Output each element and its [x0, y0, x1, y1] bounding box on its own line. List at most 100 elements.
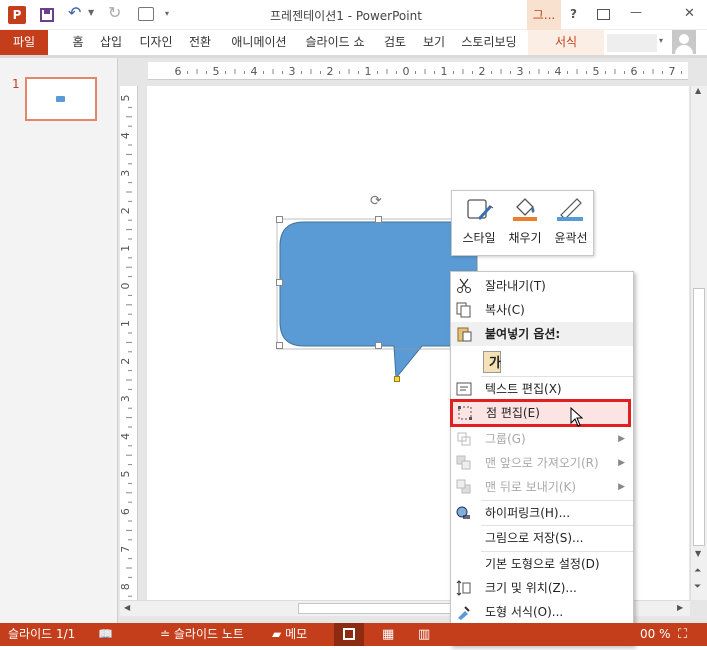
style-button[interactable]: 스타일 — [456, 191, 502, 255]
horizontal-scroll-thumb[interactable] — [298, 603, 458, 614]
zoom-level[interactable]: 00 % — [640, 623, 671, 646]
ruler-tick-label: 3 — [120, 170, 132, 177]
scissors-icon — [457, 278, 471, 293]
scroll-left-icon[interactable]: ◀ — [124, 603, 130, 612]
undo-icon[interactable]: ↶ — [68, 3, 81, 22]
outline-label: 윤곽선 — [554, 231, 588, 245]
normal-view-button[interactable] — [334, 623, 364, 646]
tab-file[interactable]: 파일 — [0, 30, 48, 55]
vertical-scrollbar[interactable]: ▲ ▼ ⏶ ⏷ — [690, 86, 707, 600]
menu-item-hyperlink[interactable]: 하이퍼링크(H)... — [451, 501, 633, 525]
tab-insert[interactable]: 삽입 — [96, 30, 126, 55]
tab-slideshow[interactable]: 슬라이드 쇼 — [302, 30, 368, 55]
slide-thumbnail[interactable] — [25, 77, 97, 121]
ruler-tick-label: 1 — [441, 65, 448, 78]
menu-item-label: 그룹(G) — [485, 432, 526, 446]
ruler-tick-label: 4 — [251, 65, 258, 78]
redo-icon[interactable]: ↻ — [108, 3, 121, 22]
ruler-tick-label: 6 — [120, 508, 132, 515]
comments-button[interactable]: ▰ 메모 — [272, 623, 307, 646]
undo-dropdown-icon[interactable]: ▼ — [88, 8, 94, 17]
scroll-up-icon[interactable]: ▲ — [695, 86, 701, 95]
slide-number: 1 — [12, 77, 20, 91]
save-icon[interactable] — [40, 8, 54, 22]
menu-item-label: 하이퍼링크(H)... — [485, 506, 571, 520]
adjust-handle[interactable] — [394, 376, 400, 382]
tab-home[interactable]: 홈 — [66, 30, 90, 55]
tab-storyboarding[interactable]: 스토리보딩 — [456, 30, 522, 55]
tab-review[interactable]: 검토 — [380, 30, 410, 55]
spellcheck-icon[interactable]: 📖 — [98, 623, 113, 646]
notes-button[interactable]: ≐ 슬라이드 노트 — [160, 623, 244, 646]
menu-item-copy[interactable]: 복사(C) — [451, 298, 633, 322]
status-bar: 슬라이드 1/1 📖 ≐ 슬라이드 노트 ▰ 메모 ▦ ▥ 00 % ⛶ — [0, 623, 707, 646]
menu-item-label: 그림으로 저장(S)... — [485, 531, 584, 545]
reading-view-icon[interactable]: ▥ — [418, 623, 430, 646]
ruler-tick-label: 3 — [517, 65, 524, 78]
start-slideshow-icon[interactable] — [138, 7, 154, 21]
account-dropdown-icon[interactable]: ▾ — [659, 36, 663, 45]
menu-item-size-and-position[interactable]: 크기 및 위치(Z)... — [451, 576, 633, 600]
menu-item-group[interactable]: 그룹(G) ▶ — [451, 427, 633, 451]
horizontal-ruler-ticks: 6 5 4 3 2 1 0 1 2 3 4 5 6 7 — [175, 65, 682, 78]
next-slide-icon[interactable]: ⏷ — [694, 582, 701, 592]
resize-handle-t[interactable] — [375, 216, 382, 223]
menu-item-edit-text[interactable]: 텍스트 편집(X) — [451, 377, 633, 401]
tab-animations[interactable]: 애니메이션 — [227, 30, 291, 55]
vertical-scroll-thumb[interactable] — [693, 288, 705, 546]
account-name-box[interactable] — [607, 34, 657, 52]
outline-button[interactable]: 윤곽선 — [548, 191, 594, 255]
ruler-tick-label: 5 — [593, 65, 600, 78]
resize-handle-b[interactable] — [375, 342, 382, 349]
ruler-tick-label: 1 — [365, 65, 372, 78]
menu-item-save-as-picture[interactable]: 그림으로 저장(S)... — [451, 526, 633, 550]
ruler-tick-label: 6 — [631, 65, 638, 78]
menu-item-set-default-shape[interactable]: 기본 도형으로 설정(D) — [451, 552, 633, 576]
fit-slide-icon[interactable]: ⛶ — [678, 623, 687, 646]
menu-item-send-to-back[interactable]: 맨 뒤로 보내기(K) ▶ — [451, 475, 633, 499]
submenu-arrow-icon: ▶ — [618, 434, 625, 444]
ribbon-display-options-icon[interactable] — [597, 9, 610, 20]
menu-item-label: 맨 앞으로 가져오기(R) — [485, 456, 599, 470]
ruler-tick-label: 8 — [120, 583, 132, 590]
submenu-arrow-icon: ▶ — [618, 482, 625, 492]
customize-toolbar-icon[interactable]: ▾ — [165, 9, 169, 18]
text-edit-icon — [456, 382, 472, 396]
menu-item-format-shape[interactable]: 도형 서식(O)... — [451, 600, 633, 624]
style-label: 스타일 — [462, 231, 496, 245]
menu-item-edit-points[interactable]: 점 편집(E) — [450, 399, 631, 427]
close-button[interactable]: ✕ — [684, 6, 695, 21]
scroll-right-icon[interactable]: ▶ — [677, 603, 683, 612]
minimize-button[interactable]: — — [630, 5, 642, 19]
tab-view[interactable]: 보기 — [419, 30, 449, 55]
ruler-tick-label: 3 — [289, 65, 296, 78]
slide-sorter-icon[interactable]: ▦ — [382, 623, 394, 646]
thumbnail-pane: 1 — [0, 58, 118, 623]
rotate-handle-icon[interactable]: ⟳ — [370, 193, 382, 209]
send-back-icon — [456, 479, 471, 494]
previous-slide-icon[interactable]: ⏶ — [694, 566, 701, 576]
resize-handle-bl[interactable] — [276, 342, 283, 349]
ruler-tick-label: 0 — [120, 283, 132, 290]
menu-item-label: 복사(C) — [485, 303, 525, 317]
tab-design[interactable]: 디자인 — [136, 30, 176, 55]
resize-handle-l[interactable] — [276, 279, 283, 286]
window-title: 프레젠테이션1 - PowerPoint — [270, 9, 422, 23]
horizontal-ruler: 6 5 4 3 2 1 0 1 2 3 4 5 6 7 — [148, 62, 688, 80]
scroll-down-icon[interactable]: ▼ — [695, 549, 701, 558]
paste-option-keep-text[interactable]: 가 — [451, 348, 633, 376]
ruler-tick-label: 5 — [120, 95, 132, 102]
tab-transitions[interactable]: 전환 — [185, 30, 215, 55]
help-button[interactable]: ? — [570, 7, 577, 21]
tab-format[interactable]: 서식 — [528, 30, 604, 55]
ruler-tick-label: 5 — [213, 65, 220, 78]
menu-item-label: 붙여넣기 옵션: — [485, 327, 561, 341]
resize-handle-tl[interactable] — [276, 216, 283, 223]
ruler-tick-label: 2 — [120, 358, 132, 365]
ribbon-tabs: 파일 홈 삽입 디자인 전환 애니메이션 슬라이드 쇼 검토 보기 스토리보딩 … — [0, 30, 707, 55]
avatar[interactable] — [672, 30, 696, 54]
menu-item-bring-to-front[interactable]: 맨 앞으로 가져오기(R) ▶ — [451, 451, 633, 475]
menu-item-cut[interactable]: 잘라내기(T) — [451, 274, 633, 298]
fill-button[interactable]: 채우기 — [502, 191, 548, 255]
edit-points-icon — [458, 406, 472, 420]
